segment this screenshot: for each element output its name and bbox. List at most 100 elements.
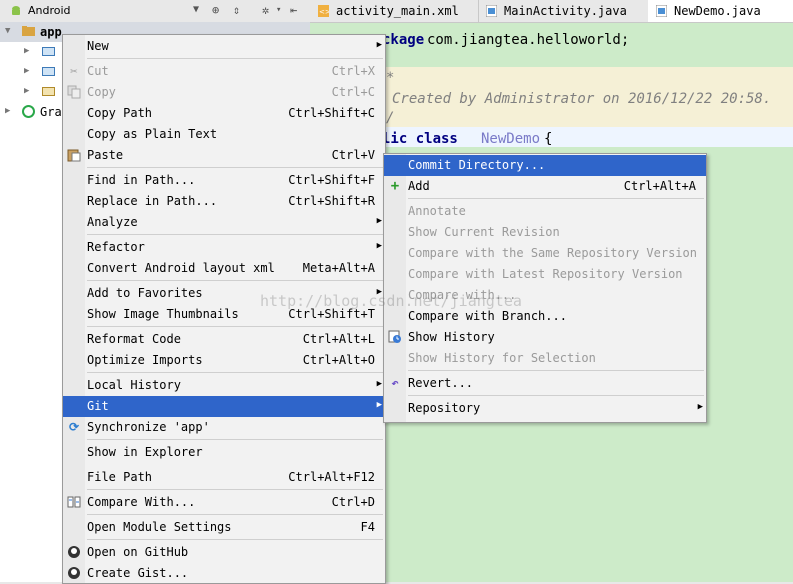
menu-item-label: Show History for Selection [408,351,596,365]
submenu-arrow-icon: ▶ [376,379,382,389]
submenu-arrow-icon: ▶ [697,402,703,412]
menu-item-compare-with-the-same-repository-version[interactable]: Compare with the Same Repository Version [384,243,706,264]
github-icon [67,545,81,559]
menu-item-show-in-explorer[interactable]: Show in Explorer [63,442,385,463]
menu-item-label: Paste [87,148,124,162]
menu-item-shortcut: Ctrl+Shift+C [288,106,375,120]
folder-icon [42,67,55,76]
expand-arrow-icon[interactable]: ▶ [24,86,29,96]
menu-item-compare-with-latest-repository-version[interactable]: Compare with Latest Repository Version [384,264,706,285]
menu-item-label: Open Module Settings [87,520,232,534]
menu-item-label: Commit Directory... [408,158,546,172]
copy-icon [67,85,81,99]
view-selector[interactable]: Android [28,4,71,17]
menu-item-label: Add to Favorites [87,286,203,300]
menu-item-file-path[interactable]: File Path Ctrl+Alt+F12 [63,467,385,488]
menu-item-paste[interactable]: Paste Ctrl+V [63,145,385,166]
keyword: lic class [382,131,458,147]
folder-icon [42,87,55,96]
menu-item-convert-android-layout-xml[interactable]: Convert Android layout xml Meta+Alt+A [63,258,385,279]
menu-separator [87,58,383,59]
menu-item-label: Convert Android layout xml [87,261,275,275]
menu-item-optimize-imports[interactable]: Optimize Imports Ctrl+Alt+O [63,350,385,371]
menu-item-compare-with[interactable]: Compare With... Ctrl+D [63,492,385,513]
target-icon[interactable]: ⊕ [212,3,219,17]
collapse-icon[interactable]: ⇕ [233,3,240,17]
menu-item-show-image-thumbnails[interactable]: Show Image Thumbnails Ctrl+Shift+T [63,304,385,325]
menu-item-label: File Path [87,470,153,484]
menu-item-show-current-revision[interactable]: Show Current Revision [384,222,706,243]
editor-tab-bar: <> activity_main.xml MainActivity.java N… [310,0,793,23]
menu-item-label: Copy Path [87,106,153,120]
expand-arrow-icon[interactable]: ▼ [5,26,10,36]
expand-arrow-icon[interactable]: ▶ [24,46,29,56]
expand-arrow-icon[interactable]: ▶ [24,66,29,76]
menu-item-copy-as-plain-text[interactable]: Copy as Plain Text [63,124,385,145]
tab-activity-main[interactable]: <> activity_main.xml [310,0,479,22]
menu-separator [87,439,383,440]
menu-item-new[interactable]: New ▶ [63,36,385,57]
menu-separator [87,372,383,373]
menu-item-label: Local History [87,378,181,392]
menu-item-show-history[interactable]: Show History [384,327,706,348]
menu-item-label: New [87,39,109,53]
menu-item-label: Compare with Latest Repository Version [408,267,683,281]
menu-item-copy[interactable]: Copy Ctrl+C [63,82,385,103]
gear-dropdown-icon[interactable]: ▾ [276,5,281,15]
plus-icon: + [390,178,400,194]
menu-item-add[interactable]: + Add Ctrl+Alt+A [384,176,706,197]
menu-item-compare-with-branch[interactable]: Compare with Branch... [384,306,706,327]
menu-item-create-gist[interactable]: Create Gist... [63,563,385,584]
menu-item-label: Find in Path... [87,173,196,187]
submenu-arrow-icon: ▶ [376,400,382,410]
github-icon [67,566,81,580]
menu-item-refactor[interactable]: Refactor ▶ [63,237,385,258]
hide-panel-icon[interactable]: ⇤ [290,3,297,17]
menu-item-synchronize-app[interactable]: ⟳ Synchronize 'app' [63,417,385,438]
menu-item-shortcut: Ctrl+D [331,495,375,509]
java-class-icon [656,5,667,17]
scissors-icon: ✂ [70,64,78,78]
code-text: com.jiangtea.helloworld; [427,32,630,48]
menu-item-open-module-settings[interactable]: Open Module Settings F4 [63,517,385,538]
menu-item-label: Replace in Path... [87,194,218,208]
submenu-arrow-icon: ▶ [376,216,382,226]
menu-item-revert[interactable]: ↶ Revert... [384,373,706,394]
expand-arrow-icon[interactable]: ▶ [5,106,10,116]
menu-item-git[interactable]: Git ▶ [63,396,385,417]
menu-item-shortcut: Ctrl+Alt+A [623,179,696,193]
menu-item-replace-in-path[interactable]: Replace in Path... Ctrl+Shift+R [63,191,385,212]
chevron-down-icon[interactable]: ▼ [193,4,199,15]
menu-item-shortcut: Ctrl+Alt+O [302,353,375,367]
menu-item-show-history-for-selection[interactable]: Show History for Selection [384,348,706,369]
menu-item-label: Repository [408,401,481,415]
menu-item-find-in-path[interactable]: Find in Path... Ctrl+Shift+F [63,170,385,191]
menu-item-annotate[interactable]: Annotate [384,201,706,222]
menu-item-repository[interactable]: Repository ▶ [384,398,706,419]
menu-item-label: Revert... [408,376,474,390]
menu-item-label: Reformat Code [87,332,181,346]
menu-item-compare-with[interactable]: Compare with... [384,285,706,306]
menu-item-local-history[interactable]: Local History ▶ [63,375,385,396]
tree-item-label: app [40,25,62,39]
gear-icon[interactable]: ✲ [262,3,269,17]
menu-item-reformat-code[interactable]: Reformat Code Ctrl+Alt+L [63,329,385,350]
tab-main-activity[interactable]: MainActivity.java [478,0,649,22]
paste-icon [67,148,81,162]
menu-separator [87,514,383,515]
menu-item-label: Compare with... [408,288,517,302]
menu-item-label: Add [408,179,430,193]
menu-item-label: Copy [87,85,116,99]
menu-item-cut[interactable]: ✂ Cut Ctrl+X [63,61,385,82]
menu-item-add-to-favorites[interactable]: Add to Favorites ▶ [63,283,385,304]
menu-item-label: Show in Explorer [87,445,203,459]
tab-new-demo[interactable]: NewDemo.java [648,0,793,22]
menu-item-shortcut: Meta+Alt+A [302,261,375,275]
module-folder-icon [22,26,35,36]
menu-item-copy-path[interactable]: Copy Path Ctrl+Shift+C [63,103,385,124]
comment-text: Created by Administrator on 2016/12/22 2… [392,91,772,107]
menu-item-commit-directory[interactable]: Commit Directory... [384,155,706,176]
menu-item-analyze[interactable]: Analyze ▶ [63,212,385,233]
menu-item-label: Analyze [87,215,138,229]
menu-item-open-on-github[interactable]: Open on GitHub [63,542,385,563]
